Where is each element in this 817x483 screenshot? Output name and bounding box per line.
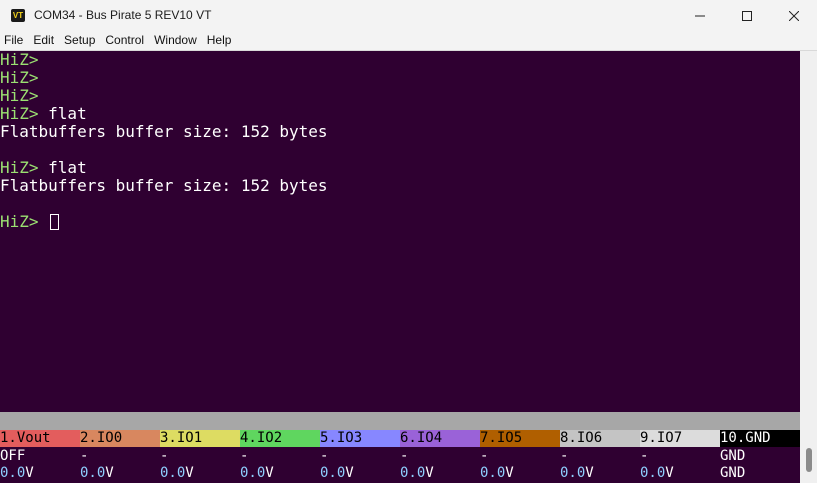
pin-state: - <box>560 448 569 464</box>
pin-label: 9.IO7 <box>640 430 720 447</box>
menu-bar: File Edit Setup Control Window Help <box>0 32 817 50</box>
menu-edit[interactable]: Edit <box>29 32 58 50</box>
output-text: Flatbuffers buffer size: 152 bytes <box>0 122 328 141</box>
pin-label: 1.Vout <box>0 430 80 447</box>
pin-label: 8.IO6 <box>560 430 640 447</box>
pin-voltage: 0.0V <box>160 465 240 482</box>
voltage-value: 0.0 <box>400 465 426 481</box>
prompt-text: HiZ> <box>0 68 39 87</box>
output-text: Flatbuffers buffer size: 152 bytes <box>0 176 328 195</box>
pin-label: 10.GND <box>720 430 800 447</box>
voltage-value: 0.0 <box>0 465 26 481</box>
status-separator <box>0 412 800 430</box>
terminal-window: VT COM34 - Bus Pirate 5 REV10 VT File Edi… <box>0 0 817 483</box>
pin-state: - <box>640 448 649 464</box>
pin-voltage-row: 0.0V 0.0V 0.0V 0.0V 0.0V 0.0V 0.0V 0.0V 0.0V GND <box>0 465 800 482</box>
terminal-line: HiZ> flat <box>0 105 87 123</box>
output-text: flat <box>38 104 87 123</box>
pin-voltage: 0.0V <box>80 465 160 482</box>
pin-label-row: 1.Vout 2.IO0 3.IO1 4.IO2 5.IO3 6.IO4 7.IO5 8.IO… <box>0 430 800 447</box>
terminal-line: HiZ> <box>0 51 39 69</box>
terminal-line: HiZ> <box>0 69 39 87</box>
voltage-value: 0.0 <box>80 465 106 481</box>
pin-label: 3.IO1 <box>160 430 240 447</box>
pin-label: 5.IO3 <box>320 430 400 447</box>
terminal-output[interactable]: HiZ> HiZ> HiZ> HiZ> flat Flatbuffers buffer … <box>0 51 800 412</box>
menu-file[interactable]: File <box>0 32 27 50</box>
pin-label: 4.IO2 <box>240 430 320 447</box>
pin-status-panel: 1.Vout 2.IO0 3.IO1 4.IO2 5.IO3 6.IO4 7.IO5 8.IO… <box>0 430 800 483</box>
pin-state: GND <box>720 448 746 464</box>
scrollbar-thumb[interactable] <box>806 448 812 472</box>
cursor <box>50 214 60 230</box>
pin-state: OFF <box>0 448 26 464</box>
vertical-scrollbar[interactable] <box>800 51 817 483</box>
voltage-unit: V <box>25 465 34 481</box>
voltage-unit: V <box>345 465 354 481</box>
maximize-button[interactable] <box>724 0 770 32</box>
prompt-text: HiZ> <box>0 158 39 177</box>
prompt-text: HiZ> <box>0 50 39 69</box>
pin-state: - <box>400 448 409 464</box>
voltage-unit: V <box>105 465 114 481</box>
terminal-line: HiZ> <box>0 87 39 105</box>
pin-label: 6.IO4 <box>400 430 480 447</box>
pin-state: - <box>240 448 249 464</box>
voltage-unit: V <box>505 465 514 481</box>
title-bar[interactable]: VT COM34 - Bus Pirate 5 REV10 VT <box>0 0 817 32</box>
prompt-text: HiZ> <box>0 86 39 105</box>
terminal-line: Flatbuffers buffer size: 152 bytes <box>0 123 328 141</box>
output-text: flat <box>38 158 87 177</box>
pin-voltage: 0.0V <box>320 465 400 482</box>
pin-voltage: 0.0V <box>640 465 720 482</box>
menu-window[interactable]: Window <box>150 32 201 50</box>
menu-help[interactable]: Help <box>203 32 236 50</box>
voltage-value: 0.0 <box>560 465 586 481</box>
pin-voltage: 0.0V <box>400 465 480 482</box>
pin-state: - <box>80 448 89 464</box>
voltage-unit: V <box>265 465 274 481</box>
voltage-unit: V <box>185 465 194 481</box>
voltage-unit: V <box>425 465 434 481</box>
pin-voltage: 0.0V <box>560 465 640 482</box>
pin-voltage: 0.0V <box>240 465 320 482</box>
voltage-value: 0.0 <box>480 465 506 481</box>
terminal-line: HiZ> flat <box>0 159 87 177</box>
voltage-unit: V <box>585 465 594 481</box>
voltage-value: 0.0 <box>160 465 186 481</box>
teraterm-app-icon[interactable]: VT <box>11 9 25 22</box>
close-icon <box>789 11 799 21</box>
voltage-value: 0.0 <box>240 465 266 481</box>
pin-state: - <box>480 448 489 464</box>
window-title: COM34 - Bus Pirate 5 REV10 VT <box>34 8 212 22</box>
terminal-line: Flatbuffers buffer size: 152 bytes <box>0 177 328 195</box>
terminal-line: HiZ> <box>0 212 60 231</box>
menu-control[interactable]: Control <box>101 32 148 50</box>
maximize-icon <box>742 11 752 21</box>
pin-voltage: 0.0V <box>0 465 80 482</box>
prompt-text: HiZ> <box>0 212 39 231</box>
minimize-icon <box>695 15 705 17</box>
voltage-unit: V <box>665 465 674 481</box>
pin-voltage: GND <box>720 465 800 482</box>
minimize-button[interactable] <box>677 0 723 32</box>
pin-label: 7.IO5 <box>480 430 560 447</box>
pin-label: 2.IO0 <box>80 430 160 447</box>
pin-state-row: OFF - - - - - - - - GND <box>0 448 800 465</box>
pin-state: - <box>160 448 169 464</box>
pin-state: - <box>320 448 329 464</box>
menu-setup[interactable]: Setup <box>60 32 99 50</box>
pin-voltage: 0.0V <box>480 465 560 482</box>
voltage-value: GND <box>720 465 746 481</box>
voltage-value: 0.0 <box>320 465 346 481</box>
close-button[interactable] <box>771 0 817 32</box>
voltage-value: 0.0 <box>640 465 666 481</box>
prompt-text: HiZ> <box>0 104 39 123</box>
